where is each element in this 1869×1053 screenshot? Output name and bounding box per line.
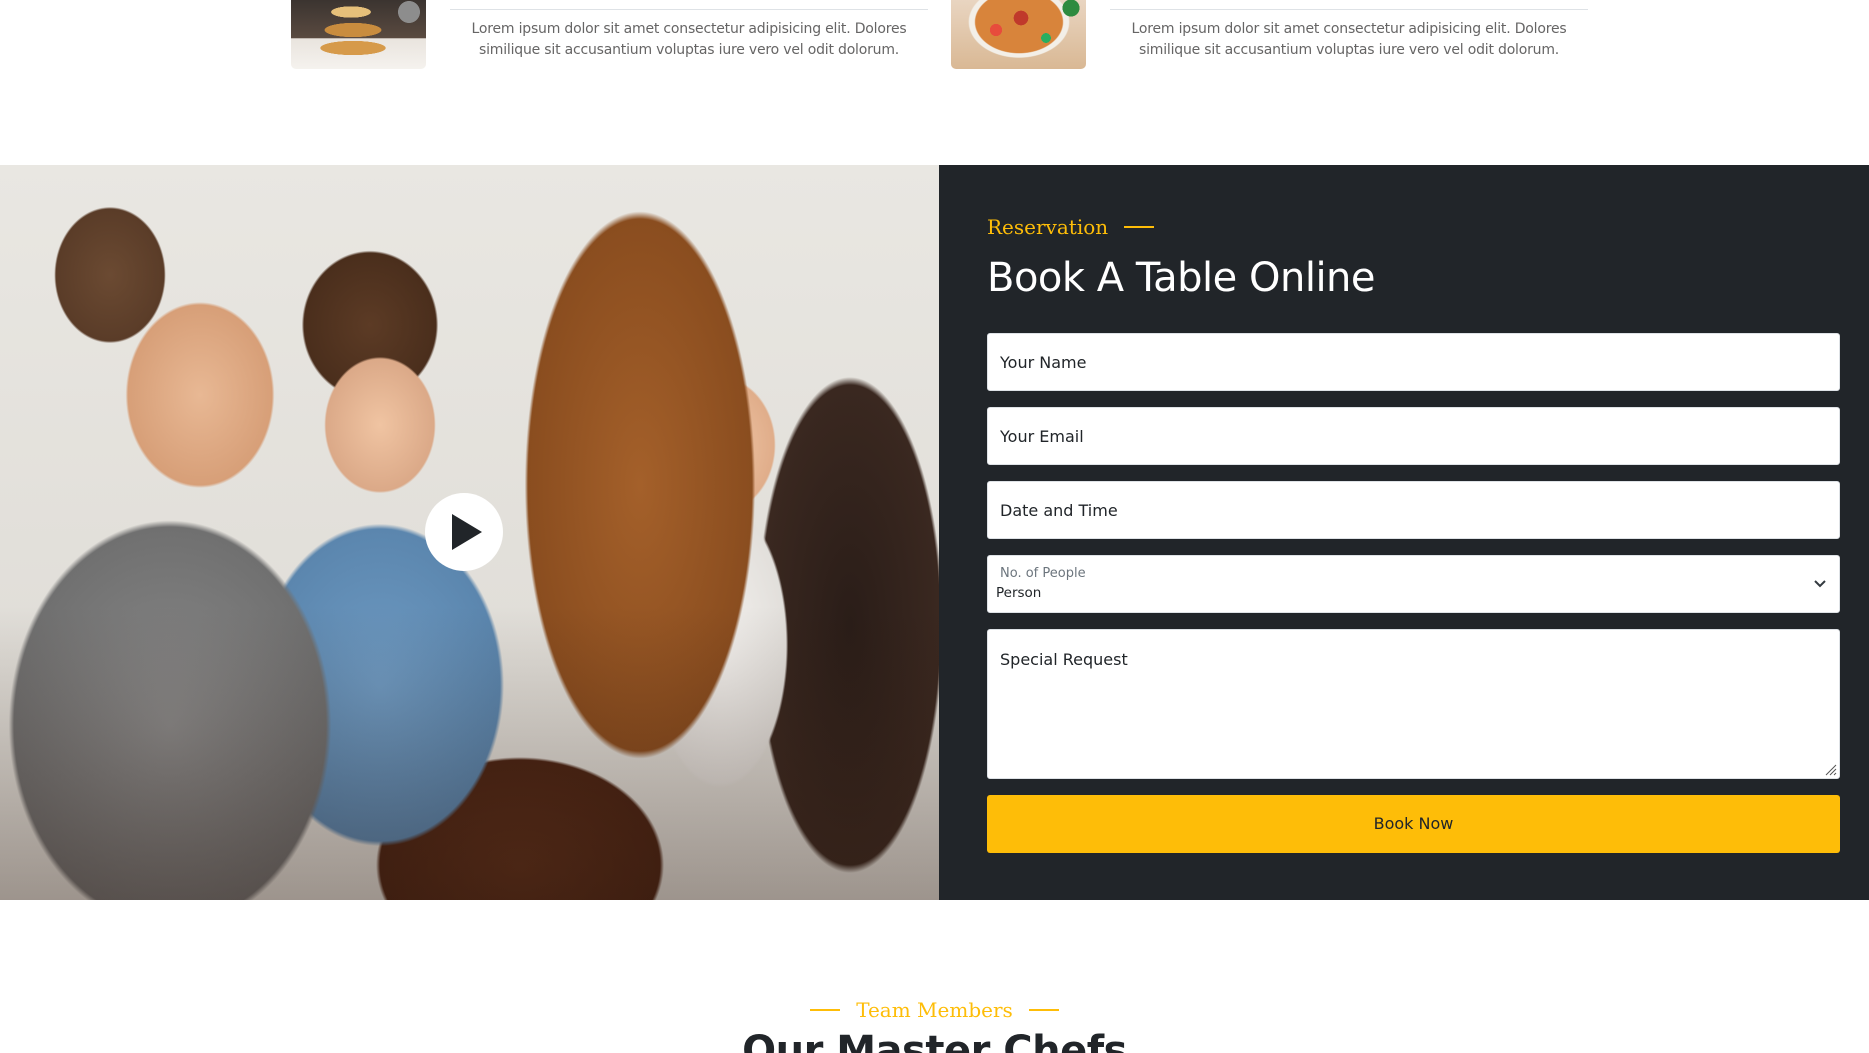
menu-item-divider (450, 0, 928, 10)
team-title: Our Master Chefs (742, 1028, 1127, 1053)
reservation-section: Reservation Book A Table Online Your Nam… (0, 165, 1869, 900)
pancakes-thumbnail (291, 0, 426, 69)
people-select-label: No. of People (1000, 566, 1086, 581)
eyebrow-dash (1124, 226, 1155, 228)
video-background-image (0, 165, 939, 900)
resize-handle-icon[interactable] (1823, 762, 1837, 776)
eyebrow-dash (1028, 1009, 1059, 1011)
reservation-eyebrow: Reservation (987, 213, 1841, 241)
video-play-button[interactable] (425, 493, 503, 571)
menu-item: Lorem ipsum dolor sit amet consectetur a… (291, 0, 928, 69)
menu-section: Lorem ipsum dolor sit amet consectetur a… (0, 0, 1869, 165)
people-select[interactable]: No. of People Person (987, 555, 1840, 613)
menu-item-text: Lorem ipsum dolor sit amet consectetur a… (1110, 0, 1588, 69)
menu-item-description: Lorem ipsum dolor sit amet consectetur a… (471, 21, 907, 58)
people-select-value: Person (996, 585, 1042, 601)
team-eyebrow-label: Team Members (856, 998, 1013, 1022)
menu-item-text: Lorem ipsum dolor sit amet consectetur a… (450, 0, 928, 69)
book-now-button[interactable]: Book Now (987, 795, 1840, 853)
special-request-field[interactable]: Special Request (987, 629, 1840, 779)
datetime-field[interactable]: Date and Time (987, 481, 1840, 539)
menu-item: Lorem ipsum dolor sit amet consectetur a… (951, 0, 1588, 69)
special-request-placeholder: Special Request (1000, 650, 1128, 669)
play-icon (452, 514, 482, 550)
menu-item-divider (1110, 0, 1588, 10)
reservation-title: Book A Table Online (987, 255, 1376, 301)
reservation-eyebrow-label: Reservation (987, 215, 1109, 239)
name-field[interactable]: Your Name (987, 333, 1840, 391)
noodle-soup-thumbnail (951, 0, 1086, 69)
eyebrow-dash (810, 1009, 841, 1011)
menu-item-description: Lorem ipsum dolor sit amet consectetur a… (1131, 21, 1567, 58)
reservation-form-panel: Reservation Book A Table Online Your Nam… (939, 165, 1869, 900)
team-eyebrow: Team Members (0, 998, 1869, 1022)
team-section: Team Members Our Master Chefs (0, 900, 1869, 1053)
chevron-down-icon (1814, 580, 1826, 588)
email-field[interactable]: Your Email (987, 407, 1840, 465)
